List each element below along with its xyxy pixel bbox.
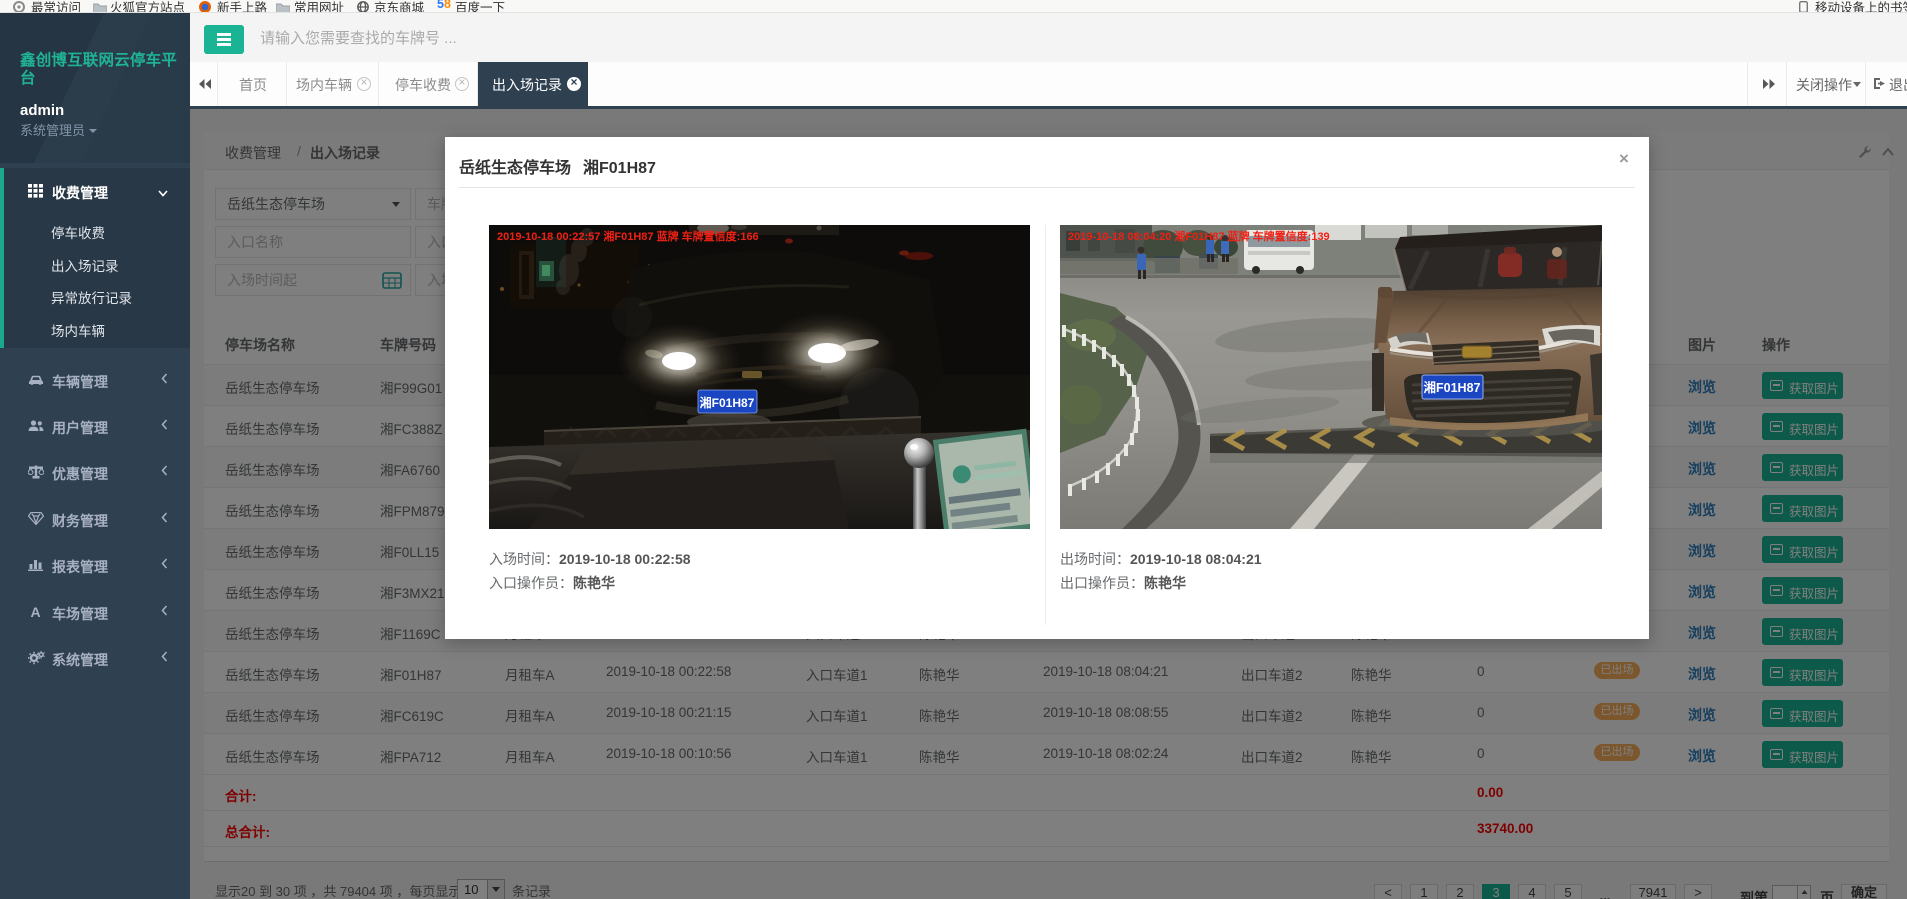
svg-text:湘F01H87: 湘F01H87	[1424, 380, 1481, 395]
svg-text:A: A	[30, 605, 40, 618]
svg-text:2019-10-18 00:22:57 湘F01H87 蓝牌: 2019-10-18 00:22:57 湘F01H87 蓝牌 车牌置信度:166	[497, 229, 759, 243]
svg-text:湘F01H87: 湘F01H87	[700, 395, 755, 410]
svg-text:2019-10-18 08:04:20 湘F01H87 蓝牌: 2019-10-18 08:04:20 湘F01H87 蓝牌 车牌置信度:139	[1068, 229, 1330, 243]
